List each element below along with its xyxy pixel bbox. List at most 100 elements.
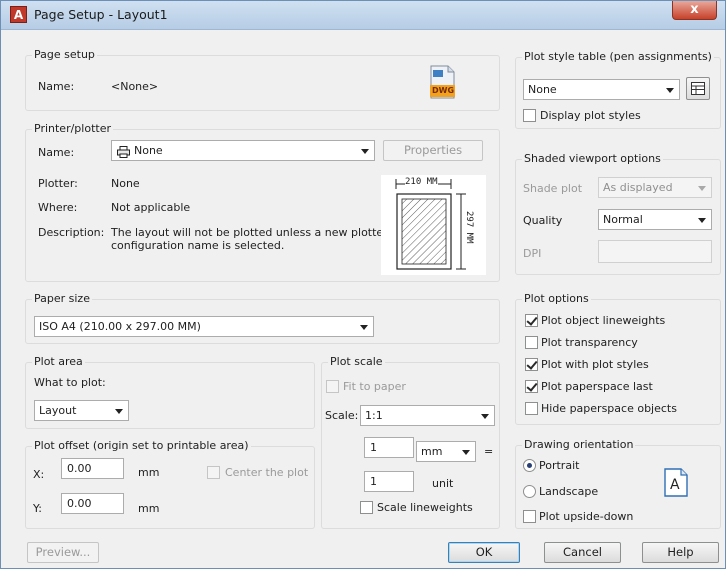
plot-with-plot-styles-label: Plot with plot styles <box>541 358 649 371</box>
chevron-down-icon <box>698 218 706 223</box>
edit-table-icon <box>691 82 705 101</box>
portrait-radio[interactable] <box>523 459 536 472</box>
plot-area-group-label: Plot area <box>32 355 85 368</box>
paper-size-value: ISO A4 (210.00 x 297.00 MM) <box>39 320 201 333</box>
plot-paperspace-last-label: Plot paperspace last <box>541 380 653 393</box>
title-bar[interactable]: A Page Setup - Layout1 x <box>1 1 725 30</box>
center-plot-checkbox[interactable] <box>207 466 220 479</box>
scale-lineweights-checkbox[interactable] <box>360 501 373 514</box>
plot-offset-group: Plot offset (origin set to printable are… <box>25 439 315 529</box>
scale-equals-sign: = <box>484 445 494 458</box>
plot-style-group-label: Plot style table (pen assignments) <box>522 50 714 63</box>
plotter-value: None <box>111 177 140 190</box>
help-button[interactable]: Help <box>642 542 719 563</box>
page-setup-name-value: <None> <box>111 80 159 93</box>
plot-upside-down-checkbox[interactable] <box>523 510 536 523</box>
scale-lineweights-label: Scale lineweights <box>377 501 473 514</box>
chevron-down-icon <box>361 149 369 154</box>
paper-preview: 210 MM 297 MM <box>381 175 486 275</box>
plot-style-dropdown[interactable]: None <box>523 79 680 100</box>
cancel-button[interactable]: Cancel <box>544 542 621 563</box>
page-setup-name-label: Name: <box>38 80 75 93</box>
close-button[interactable]: x <box>672 1 717 20</box>
plot-transparency-checkbox[interactable] <box>525 336 538 349</box>
landscape-radio[interactable] <box>523 485 536 498</box>
printer-icon <box>117 145 130 160</box>
scale-value-2-input[interactable]: 1 <box>364 471 414 492</box>
scale-value: 1:1 <box>365 409 383 422</box>
plot-upside-down-label: Plot upside-down <box>539 510 634 523</box>
quality-dropdown[interactable]: Normal <box>598 209 712 230</box>
ok-button[interactable]: OK <box>448 542 520 563</box>
plot-with-plot-styles-checkbox[interactable] <box>525 358 538 371</box>
autocad-app-icon: A <box>10 6 27 23</box>
plot-scale-group: Plot scale Fit to paper Scale: 1:1 1 mm … <box>321 355 500 529</box>
dpi-input[interactable] <box>598 240 712 263</box>
plot-object-lineweights-checkbox[interactable] <box>525 314 538 327</box>
chevron-down-icon <box>360 325 368 330</box>
what-to-plot-label: What to plot: <box>34 376 106 389</box>
scale-unit-value: mm <box>421 445 443 458</box>
preview-button[interactable]: Preview... <box>27 542 99 563</box>
plot-transparency-label: Plot transparency <box>541 336 638 349</box>
shade-plot-dropdown[interactable]: As displayed <box>598 177 712 198</box>
plot-style-value: None <box>528 83 557 96</box>
chevron-down-icon <box>115 409 123 414</box>
paper-size-dropdown[interactable]: ISO A4 (210.00 x 297.00 MM) <box>34 316 374 337</box>
page-setup-dialog: A Page Setup - Layout1 x Page setup Name… <box>0 0 726 569</box>
page-setup-group: Page setup Name: <None> DWG <box>25 48 500 111</box>
what-to-plot-value: Layout <box>39 404 77 417</box>
printer-name-dropdown[interactable]: None <box>111 140 375 161</box>
what-to-plot-dropdown[interactable]: Layout <box>34 400 129 421</box>
chevron-down-icon <box>462 450 470 455</box>
scale-unit-label: unit <box>432 477 454 490</box>
scale-unit-dropdown[interactable]: mm <box>416 441 476 462</box>
plot-offset-group-label: Plot offset (origin set to printable are… <box>32 439 251 452</box>
scale-dropdown[interactable]: 1:1 <box>360 405 495 426</box>
display-plot-styles-checkbox[interactable] <box>523 109 536 122</box>
plot-style-table-group: Plot style table (pen assignments) None … <box>515 50 721 129</box>
plotter-label: Plotter: <box>38 177 78 190</box>
preview-height-label: 297 MM <box>464 211 474 244</box>
portrait-page-icon: A <box>664 468 688 497</box>
dwg-file-icon: DWG <box>429 65 456 99</box>
drawing-orientation-group: Drawing orientation Portrait Landscape P… <box>515 438 721 529</box>
orientation-group-label: Drawing orientation <box>522 438 636 451</box>
plot-options-group-label: Plot options <box>522 292 591 305</box>
portrait-label: Portrait <box>539 459 580 472</box>
offset-x-input[interactable]: 0.00 <box>61 458 124 479</box>
shaded-viewport-group: Shaded viewport options Shade plot As di… <box>515 152 721 275</box>
shade-plot-value: As displayed <box>603 181 673 194</box>
edit-plot-style-button[interactable] <box>686 77 710 100</box>
plot-scale-group-label: Plot scale <box>328 355 385 368</box>
description-line-2: configuration name is selected. <box>111 239 285 252</box>
offset-y-label: Y: <box>33 502 42 515</box>
where-label: Where: <box>38 201 78 214</box>
page-glyph: A <box>670 477 680 493</box>
properties-button[interactable]: Properties <box>383 140 483 161</box>
plot-options-group: Plot options Plot object lineweights Plo… <box>515 292 721 425</box>
plot-paperspace-last-checkbox[interactable] <box>525 380 538 393</box>
display-plot-styles-label: Display plot styles <box>540 109 641 122</box>
printer-name-label: Name: <box>38 146 75 159</box>
window-title: Page Setup - Layout1 <box>34 7 168 22</box>
quality-label: Quality <box>523 214 563 227</box>
description-label: Description: <box>38 226 105 239</box>
chevron-down-icon <box>698 186 706 191</box>
scale-value-1-input[interactable]: 1 <box>364 437 414 458</box>
hide-paperspace-objects-checkbox[interactable] <box>525 402 538 415</box>
where-value: Not applicable <box>111 201 191 214</box>
page-setup-group-label: Page setup <box>32 48 97 61</box>
dwg-badge: DWG <box>432 86 455 95</box>
printer-plotter-group: Printer/plotter Name: None Properties Pl… <box>25 122 500 282</box>
hide-paperspace-objects-label: Hide paperspace objects <box>541 402 677 415</box>
scale-label: Scale: <box>325 409 359 422</box>
fit-to-paper-label: Fit to paper <box>343 380 406 393</box>
offset-y-input[interactable]: 0.00 <box>61 493 124 514</box>
shade-plot-label: Shade plot <box>523 182 583 195</box>
chevron-down-icon <box>481 414 489 419</box>
dpi-label: DPI <box>523 247 542 260</box>
plot-area-group: Plot area What to plot: Layout <box>25 355 315 429</box>
fit-to-paper-checkbox[interactable] <box>326 380 339 393</box>
landscape-label: Landscape <box>539 485 599 498</box>
